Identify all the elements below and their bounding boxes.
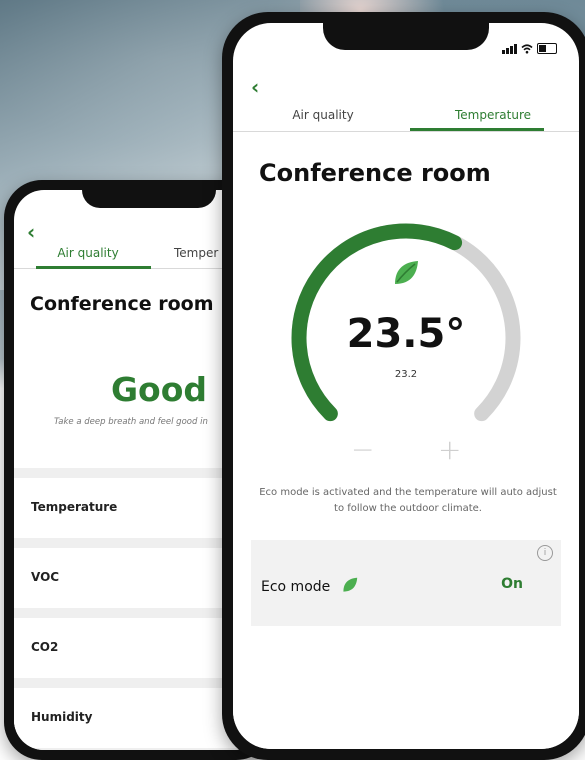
eco-mode-label: Eco mode [261,576,359,595]
page-title: Conference room [30,293,214,315]
air-quality-message: Take a deep breath and feel good in [54,417,208,427]
eco-mode-description: Eco mode is activated and the temperatur… [259,487,557,514]
eco-leaf-icon [395,261,418,284]
eco-mode-state[interactable]: On [501,576,523,592]
metric-label: VOC [31,570,60,584]
tab-divider [233,131,579,132]
eco-leaf-icon [343,577,357,592]
bottom-area [233,626,579,749]
wifi-icon [521,43,533,53]
metric-label: Humidity [31,710,93,724]
phone-notch [82,180,216,208]
back-chevron-icon[interactable]: ‹ [27,222,35,242]
tab-active-indicator [410,128,544,131]
decrease-temperature-button[interactable]: − [351,433,374,466]
current-temperature: 23.2 [394,369,418,380]
tab-air-quality[interactable]: Air quality [273,108,373,122]
metric-label: CO2 [31,640,59,654]
battery-icon [537,43,557,54]
signal-icon [502,43,517,54]
front-phone: ‹ Air quality Temperature Conference roo… [222,12,585,760]
tab-temperature[interactable]: Temperature [433,108,553,122]
status-bar [502,43,557,54]
back-chevron-icon[interactable]: ‹ [251,77,259,97]
page-title: Conference room [259,159,491,187]
eco-mode-row[interactable]: i Eco mode On [251,540,561,626]
phone-notch [323,12,489,50]
eco-mode-label-text: Eco mode [261,579,331,595]
info-icon[interactable]: i [537,545,553,561]
tab-active-indicator [36,266,151,269]
increase-temperature-button[interactable]: + [438,433,461,466]
temperature-setpoint: 23.5° [346,311,466,357]
metric-label: Temperature [31,500,118,514]
front-phone-screen: ‹ Air quality Temperature Conference roo… [233,23,579,749]
tab-air-quality[interactable]: Air quality [52,246,124,260]
